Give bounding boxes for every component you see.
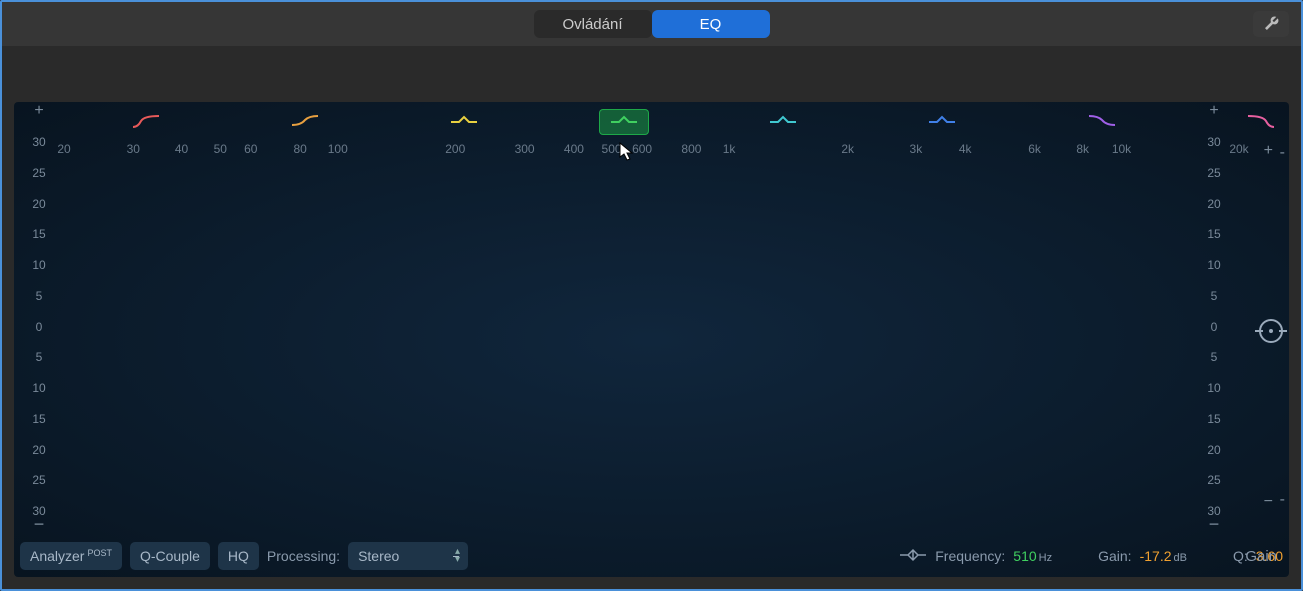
db-tick: 10 bbox=[1189, 258, 1239, 272]
db-tick: 0 bbox=[14, 320, 64, 334]
bottom-toolbar: AnalyzerPOST Q-Couple HQ Processing: Ste… bbox=[14, 535, 1289, 577]
band-button-1[interactable] bbox=[121, 109, 171, 135]
band-button-6[interactable] bbox=[917, 109, 967, 135]
scale-plus-right: + bbox=[1189, 102, 1239, 120]
freq-tick: 20 bbox=[57, 142, 70, 156]
db-tick: 30 bbox=[1189, 135, 1239, 149]
band-button-2[interactable] bbox=[280, 109, 330, 135]
freq-tick: 80 bbox=[293, 142, 306, 156]
freq-tick: 30 bbox=[127, 142, 140, 156]
frequency-label: Frequency: bbox=[935, 548, 1005, 564]
scale-minus-left: − bbox=[14, 514, 64, 535]
band-button-8[interactable] bbox=[1236, 109, 1286, 135]
band-selector-row: + + bbox=[14, 102, 1289, 142]
gain-slider-column: + - − - bbox=[1239, 142, 1289, 511]
db-tick: 15 bbox=[1189, 412, 1239, 426]
freq-tick: 8k bbox=[1076, 142, 1089, 156]
band-button-5[interactable] bbox=[758, 109, 808, 135]
gain-side-label: Gain bbox=[1245, 548, 1277, 565]
gain-minus-icon[interactable]: − bbox=[1264, 493, 1273, 511]
db-tick: 10 bbox=[1189, 381, 1239, 395]
freq-tick: 500 bbox=[602, 142, 622, 156]
freq-tick: 1k bbox=[723, 142, 736, 156]
hq-button[interactable]: HQ bbox=[218, 542, 259, 570]
db-tick: 5 bbox=[1189, 289, 1239, 303]
master-gain-knob[interactable] bbox=[1259, 319, 1283, 343]
db-scale-left: 30252015105051015202530 bbox=[14, 142, 64, 511]
db-tick: 25 bbox=[1189, 473, 1239, 487]
db-tick: 15 bbox=[14, 412, 64, 426]
tab-control[interactable]: Ovládání bbox=[534, 10, 652, 38]
top-tab-bar: Ovládání EQ bbox=[2, 2, 1301, 46]
gain-inc-icon[interactable]: - bbox=[1280, 144, 1285, 162]
gain-plus-icon[interactable]: + bbox=[1264, 142, 1273, 160]
db-tick: 5 bbox=[14, 289, 64, 303]
freq-tick: 300 bbox=[515, 142, 535, 156]
graph-container: 30252015105051015202530 2030405060801002… bbox=[14, 142, 1289, 511]
freq-tick: 60 bbox=[244, 142, 257, 156]
processing-label: Processing: bbox=[267, 548, 340, 564]
db-tick: 10 bbox=[14, 258, 64, 272]
db-tick: 20 bbox=[1189, 443, 1239, 457]
frequency-value[interactable]: 510Hz bbox=[1013, 548, 1052, 564]
freq-tick: 50 bbox=[214, 142, 227, 156]
db-tick: 15 bbox=[14, 227, 64, 241]
freq-tick: 2k bbox=[841, 142, 854, 156]
gain-dec-icon[interactable]: - bbox=[1280, 491, 1285, 509]
tab-eq[interactable]: EQ bbox=[652, 10, 770, 38]
band-button-7[interactable] bbox=[1077, 109, 1127, 135]
scale-plus-left: + bbox=[14, 102, 64, 120]
freq-tick: 200 bbox=[445, 142, 465, 156]
freq-tick: 4k bbox=[959, 142, 972, 156]
db-tick: 5 bbox=[1189, 350, 1239, 364]
q-couple-button[interactable]: Q-Couple bbox=[130, 542, 210, 570]
db-tick: 25 bbox=[14, 473, 64, 487]
db-tick: 15 bbox=[1189, 227, 1239, 241]
settings-button[interactable] bbox=[1253, 11, 1289, 37]
wrench-icon bbox=[1262, 15, 1280, 33]
freq-tick: 6k bbox=[1028, 142, 1041, 156]
db-scale-right: 30252015105051015202530 bbox=[1189, 142, 1239, 511]
freq-tick: 10k bbox=[1112, 142, 1131, 156]
freq-tick: 400 bbox=[564, 142, 584, 156]
scale-minus-right: − bbox=[1189, 514, 1239, 535]
band-button-3[interactable] bbox=[439, 109, 489, 135]
freq-tick: 3k bbox=[910, 142, 923, 156]
band-button-4[interactable] bbox=[599, 109, 649, 135]
eq-window: Ovládání EQ + + 30252015105051015202530 … bbox=[0, 0, 1303, 591]
db-tick: 20 bbox=[1189, 197, 1239, 211]
freq-tick: 40 bbox=[175, 142, 188, 156]
db-tick: 10 bbox=[14, 381, 64, 395]
gain-value[interactable]: -17.2dB bbox=[1140, 548, 1187, 564]
freq-tick: 600 bbox=[632, 142, 652, 156]
freq-tick: 800 bbox=[681, 142, 701, 156]
db-tick: 20 bbox=[14, 443, 64, 457]
bottom-scale-row: − − bbox=[14, 511, 1289, 535]
analyzer-button[interactable]: AnalyzerPOST bbox=[20, 542, 122, 570]
db-tick: 25 bbox=[14, 166, 64, 180]
db-tick: 0 bbox=[1189, 320, 1239, 334]
db-tick: 5 bbox=[14, 350, 64, 364]
eq-panel: + + 30252015105051015202530 203040506080… bbox=[14, 102, 1289, 577]
spacer bbox=[2, 46, 1301, 102]
band-shape-icon bbox=[899, 548, 927, 565]
tab-group: Ovládání EQ bbox=[534, 10, 770, 38]
processing-select[interactable]: Stereo ▴▾ bbox=[348, 542, 468, 570]
db-tick: 20 bbox=[14, 197, 64, 211]
db-tick: 25 bbox=[1189, 166, 1239, 180]
freq-tick: 100 bbox=[328, 142, 348, 156]
gain-label: Gain: bbox=[1098, 548, 1131, 564]
